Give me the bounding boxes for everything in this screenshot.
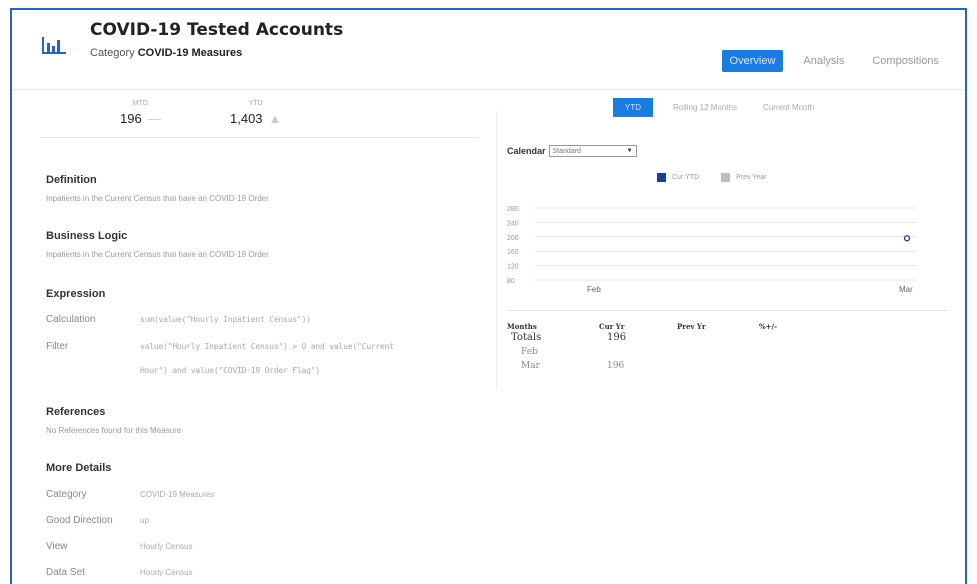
filter-value-line1: value("Hourly Inpatient Census") > 0 and… [140,342,394,351]
trend-chart: 280 240 200 160 120 80 Feb Mar [507,206,917,294]
dropdown-arrow-icon: ▼ [626,148,633,154]
x-tick-label: Mar [899,285,913,294]
app-frame: COVID-19 Tested Accounts Category COVID-… [10,8,967,584]
table-header-cur-yr: Cur Yr [599,322,625,331]
legend-prev-label: Prev Year [736,174,767,181]
definition-title: Definition [46,174,97,186]
header: COVID-19 Tested Accounts Category COVID-… [12,10,965,90]
calendar-row: Calendar Standard ▼ [507,145,637,157]
tab-compositions[interactable]: Compositions [864,50,947,72]
trend-panel: YTD Rolling 12 Months Current Month Cale… [497,90,967,584]
trend-flat-icon: — [147,111,161,126]
y-tick-label: 80 [507,278,515,285]
table-row-label-feb: Feb [521,347,538,357]
tab-overview[interactable]: Overview [721,50,784,72]
y-tick-label: 200 [507,235,519,242]
definition-text: Inpatients in the Current Census that ha… [46,194,269,203]
tab-analysis[interactable]: Analysis [795,50,852,72]
table-row-cur-mar: 196 [607,361,625,371]
kpi-ytd-value: 1,403 [230,111,263,126]
details-panel: MTD 196 — YTD 1,403 ▲ Definition Inpatient… [12,90,487,584]
table-header-months: Months [507,322,537,331]
category-line: Category COVID-19 Measures [90,47,242,59]
category-label: Category [90,47,135,59]
calendar-label: Calendar [507,146,546,156]
bar-chart-icon [42,37,66,54]
detail-value-view: Hourly Census [140,542,193,551]
page-title: COVID-19 Tested Accounts [90,20,344,40]
business-logic-text: Inpatients in the Current Census that ha… [46,250,269,259]
filter-value-line2: Hour") and value("COVID-19 Order Flag") [140,366,321,375]
expression-title: Expression [46,288,106,300]
y-tick-label: 280 [507,206,519,213]
data-point [903,235,911,242]
y-tick-label: 240 [507,220,519,227]
detail-label-category: Category [46,489,87,500]
table-header-change: %+/- [759,322,777,331]
calendar-select[interactable]: Standard ▼ [548,145,637,157]
calculation-label: Calculation [46,314,96,325]
table-divider [507,310,947,311]
kpi-ytd-label: YTD [248,100,263,107]
kpi-ytd: YTD 1,403 ▲ [230,100,281,126]
kpi-mtd-label: MTD [132,100,148,107]
table-row-cur-totals: 196 [607,332,627,343]
table-row-label-mar: Mar [521,361,540,371]
period-tabs: YTD Rolling 12 Months Current Month [613,98,820,117]
y-tick-label: 120 [507,264,519,271]
kpi-divider [40,137,478,138]
kpi-mtd-value: 196 [120,111,142,126]
trend-up-icon: ▲ [268,111,282,126]
detail-value-data-set: Hourly Census [140,568,193,577]
chart-legend: Cur YTD Prev Year [657,173,766,182]
filter-label: Filter [46,341,69,352]
references-title: References [46,406,106,418]
table-row-label-totals: Totals [511,332,542,343]
tab-rolling-12-months[interactable]: Rolling 12 Months [667,98,743,117]
legend-swatch-cur [657,173,666,182]
view-tabs: Overview Analysis Compositions [721,50,947,72]
tab-current-month[interactable]: Current Month [757,98,820,117]
more-details-title: More Details [46,462,112,474]
references-text: No References found for this Measure [46,426,182,435]
detail-value-category: COVID-19 Measures [140,490,215,499]
calculation-value: sum(value("Hourly Inpatient Census")) [140,315,311,324]
legend-swatch-prev [721,173,731,182]
y-tick-label: 160 [507,249,519,256]
category-value: COVID-19 Measures [137,47,243,59]
detail-label-good-direction: Good Direction [46,515,113,526]
detail-label-data-set: Data Set [46,567,85,578]
x-tick-label: Feb [587,285,601,294]
table-header-prev-yr: Prev Yr [677,322,706,331]
business-logic-title: Business Logic [46,230,128,242]
tab-ytd[interactable]: YTD [613,98,653,117]
calendar-selected-value: Standard [552,147,581,155]
detail-value-good-direction: up [140,516,149,525]
kpi-mtd: MTD 196 — [120,100,161,126]
legend-cur-label: Cur YTD [672,174,700,181]
detail-label-view: View [46,541,68,552]
